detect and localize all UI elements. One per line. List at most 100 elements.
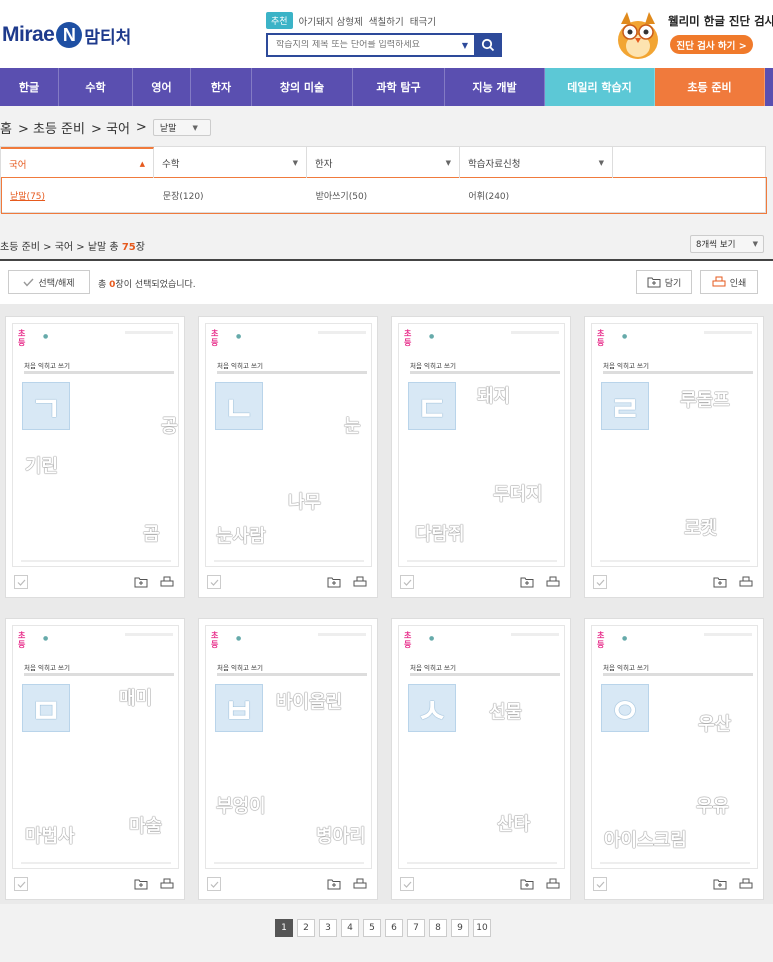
filter-tab-korean[interactable]: 국어 ▲: [1, 147, 154, 178]
worksheet-preview[interactable]: 초등 ● 처음 익히고 쓰기 ㅂ 바이올린 부엉이 병아리: [205, 625, 372, 869]
select-toggle-label: 선택/해제: [38, 278, 75, 289]
page-4[interactable]: 4: [341, 919, 359, 937]
recommend-keyword[interactable]: 아기돼지 삼형제: [299, 14, 363, 28]
worksheet-preview[interactable]: 초등 ● 처음 익히고 쓰기 ㅇ 우산 우유 아이스크림: [591, 625, 758, 869]
breadcrumb-home[interactable]: 홈: [0, 118, 12, 137]
worksheet-instruction-line: [217, 673, 367, 676]
filter-option-sentences[interactable]: 문장(120): [155, 178, 308, 213]
page-7[interactable]: 7: [407, 919, 425, 937]
card-checkbox[interactable]: [593, 575, 607, 589]
worksheet-word: 우유: [696, 796, 730, 817]
nav-item-hangul[interactable]: 한글: [0, 68, 59, 106]
check-icon: [403, 881, 411, 888]
print-button[interactable]: 인쇄: [700, 270, 758, 294]
folder-add-icon[interactable]: [520, 878, 534, 890]
filter-option-vocabulary[interactable]: 어휘(240): [460, 178, 613, 213]
view-count-select[interactable]: 8개씩 보기 ▼: [690, 235, 764, 253]
recommend-keyword[interactable]: 태극기: [410, 14, 436, 28]
filter-option-dictation[interactable]: 받아쓰기(50): [308, 178, 461, 213]
worksheet-preview[interactable]: 초등 ● 처음 익히고 쓰기 ㄷ 돼지 두더지 다람쥐: [398, 323, 565, 567]
card-checkbox[interactable]: [207, 575, 221, 589]
worksheet-preview[interactable]: 초등 ● 처음 익히고 쓰기 ㄴ 눈 나무 눈사람: [205, 323, 372, 567]
result-summary: 초등 준비 > 국어 > 낱말 총 75장: [0, 238, 145, 253]
filter-tab-math[interactable]: 수학 ▼: [154, 147, 307, 178]
page-2[interactable]: 2: [297, 919, 315, 937]
chevron-down-icon: ▼: [598, 158, 604, 167]
card-checkbox[interactable]: [400, 877, 414, 891]
printer-icon[interactable]: [353, 878, 367, 890]
worksheet-title: 처음 익히고 쓰기: [410, 664, 456, 672]
worksheet-preview[interactable]: 초등 ● 처음 익히고 쓰기 ㅁ 매미 마술 마법사: [12, 625, 179, 869]
page-9[interactable]: 9: [451, 919, 469, 937]
view-count-value: 8개씩 보기: [696, 240, 736, 250]
worksheet-card[interactable]: 초등 ● 처음 익히고 쓰기 ㄹ 루돌프 로켓: [584, 316, 764, 598]
nav-item-english[interactable]: 영어: [133, 68, 191, 106]
folder-add-icon[interactable]: [134, 576, 148, 588]
card-checkbox[interactable]: [14, 575, 28, 589]
nav-item-math[interactable]: 수학: [59, 68, 133, 106]
card-actions: [392, 569, 570, 597]
worksheet-footer-line: [600, 560, 750, 562]
search-box: ▼: [266, 33, 502, 57]
nav-item-elementary-prep[interactable]: 초등 준비: [655, 68, 765, 106]
folder-add-icon: [647, 277, 661, 288]
worksheet-preview[interactable]: 초등 ● 처음 익히고 쓰기 ㄹ 루돌프 로켓: [591, 323, 758, 567]
nav-item-intelligence[interactable]: 지능 개발: [445, 68, 545, 106]
printer-icon[interactable]: [739, 878, 753, 890]
folder-add-icon[interactable]: [713, 878, 727, 890]
main-nav: 한글 수학 영어 한자 창의 미술 과학 탐구 지능 개발 데일리 학습지 초등…: [0, 68, 773, 106]
page-3[interactable]: 3: [319, 919, 337, 937]
category-select[interactable]: 낱말 ▼: [152, 119, 211, 136]
filter-tab-hanja[interactable]: 한자 ▼: [307, 147, 460, 178]
worksheet-card[interactable]: 초등 ● 처음 익히고 쓰기 ㅇ 우산 우유 아이스크림: [584, 618, 764, 900]
page-8[interactable]: 8: [429, 919, 447, 937]
folder-add-icon[interactable]: [134, 878, 148, 890]
folder-add-icon[interactable]: [713, 576, 727, 588]
folder-add-icon[interactable]: [327, 576, 341, 588]
folder-add-icon[interactable]: [520, 576, 534, 588]
card-checkbox[interactable]: [400, 575, 414, 589]
nav-item-hanja[interactable]: 한자: [191, 68, 252, 106]
page-1[interactable]: 1: [275, 919, 293, 937]
worksheet-card[interactable]: 초등 ● 처음 익히고 쓰기 ㄴ 눈 나무 눈사람: [198, 316, 378, 598]
caret-down-icon[interactable]: ▼: [462, 41, 468, 50]
card-checkbox[interactable]: [207, 877, 221, 891]
page-6[interactable]: 6: [385, 919, 403, 937]
breadcrumb-level2[interactable]: > 국어: [91, 118, 130, 137]
select-toggle-button[interactable]: 선택/해제: [8, 270, 90, 294]
filter-tab-request[interactable]: 학습자료신청 ▼: [460, 147, 613, 178]
worksheet-word: 부엉이: [216, 796, 266, 817]
card-checkbox[interactable]: [593, 877, 607, 891]
check-icon: [596, 881, 604, 888]
site-logo[interactable]: Mirae N 맘티처: [2, 22, 131, 48]
nav-item-daily[interactable]: 데일리 학습지: [545, 68, 655, 106]
printer-icon[interactable]: [739, 576, 753, 588]
folder-add-icon[interactable]: [327, 878, 341, 890]
recommend-keyword[interactable]: 색칠하기: [369, 14, 404, 28]
printer-icon[interactable]: [160, 878, 174, 890]
page-5[interactable]: 5: [363, 919, 381, 937]
search-input[interactable]: [268, 40, 462, 50]
filter-option-words[interactable]: 낱말(75): [2, 178, 155, 213]
save-button[interactable]: 담기: [636, 270, 692, 294]
worksheet-preview[interactable]: 초등 ● 처음 익히고 쓰기 ㄱ 공 기린 곰: [12, 323, 179, 567]
worksheet-jamo: ㄴ: [215, 382, 263, 430]
breadcrumb-level1[interactable]: > 초등 준비: [18, 118, 85, 137]
worksheet-card[interactable]: 초등 ● 처음 익히고 쓰기 ㅅ 선물 산타: [391, 618, 571, 900]
worksheet-card[interactable]: 초등 ● 처음 익히고 쓰기 ㄷ 돼지 두더지 다람쥐: [391, 316, 571, 598]
worksheet-card[interactable]: 초등 ● 처음 익히고 쓰기 ㄱ 공 기린 곰: [5, 316, 185, 598]
worksheet-preview[interactable]: 초등 ● 처음 익히고 쓰기 ㅅ 선물 산타: [398, 625, 565, 869]
nav-item-science[interactable]: 과학 탐구: [353, 68, 445, 106]
printer-icon[interactable]: [353, 576, 367, 588]
worksheet-card[interactable]: 초등 ● 처음 익히고 쓰기 ㅂ 바이올린 부엉이 병아리: [198, 618, 378, 900]
card-checkbox[interactable]: [14, 877, 28, 891]
printer-icon[interactable]: [546, 576, 560, 588]
worksheet-card[interactable]: 초등 ● 처음 익히고 쓰기 ㅁ 매미 마술 마법사: [5, 618, 185, 900]
nav-item-art[interactable]: 창의 미술: [252, 68, 353, 106]
printer-icon[interactable]: [546, 878, 560, 890]
diagnosis-button[interactable]: 진단 검사 하기 >: [670, 35, 753, 54]
page-10[interactable]: 10: [473, 919, 491, 937]
search-button[interactable]: [474, 33, 502, 57]
check-icon: [17, 579, 25, 586]
printer-icon[interactable]: [160, 576, 174, 588]
